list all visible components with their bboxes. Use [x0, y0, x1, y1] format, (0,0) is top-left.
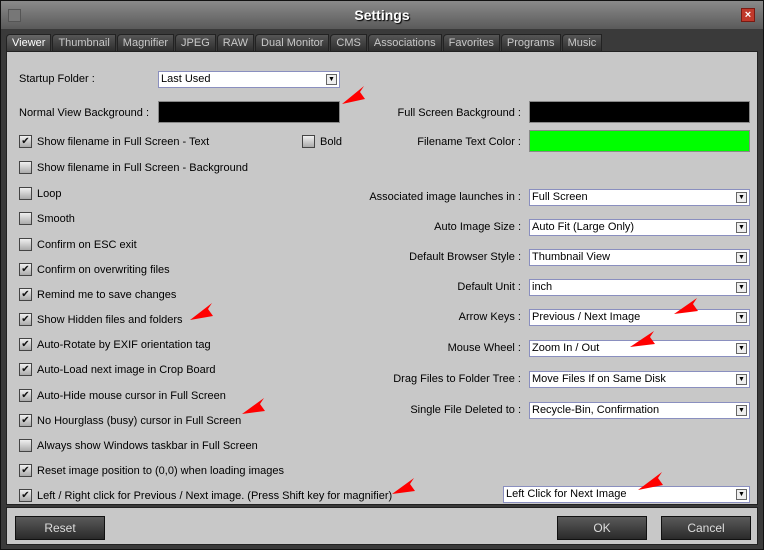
tab-viewer[interactable]: Viewer: [6, 34, 52, 52]
tab-jpeg[interactable]: JPEG: [175, 34, 216, 51]
red-arrow-icon: [638, 472, 663, 490]
red-arrow-icon: [630, 331, 655, 347]
red-arrow-icon: [674, 298, 698, 314]
settings-window: Settings × Viewer Thumbnail Magnifier JPEG R…: [0, 0, 764, 550]
reset-button[interactable]: Reset: [15, 516, 105, 540]
tab-dual-monitor[interactable]: Dual Monitor: [255, 34, 330, 51]
red-arrow-icon: [392, 478, 415, 494]
tab-programs[interactable]: Programs: [500, 34, 561, 51]
tab-bar: Viewer Thumbnail Magnifier JPEG RAW Dual Moni…: [6, 34, 603, 52]
tab-thumbnail[interactable]: Thumbnail: [52, 34, 116, 51]
tab-magnifier[interactable]: Magnifier: [116, 34, 175, 51]
cancel-button[interactable]: Cancel: [661, 516, 751, 540]
title-bar: Settings ×: [1, 1, 763, 29]
tab-raw[interactable]: RAW: [216, 34, 255, 51]
tab-cms[interactable]: CMS: [330, 34, 367, 51]
red-arrow-icon: [190, 303, 213, 320]
viewer-panel: Startup Folder : Last Used ▼ Normal View …: [6, 51, 758, 505]
tab-associations[interactable]: Associations: [367, 34, 442, 51]
ok-button[interactable]: OK: [557, 516, 647, 540]
red-arrow-icon: [242, 398, 265, 414]
annotation-arrows: [190, 86, 698, 494]
window-title: Settings: [354, 7, 410, 23]
button-bar: Reset OK Cancel: [6, 507, 758, 545]
close-icon[interactable]: ×: [741, 8, 755, 22]
red-arrow-icon: [342, 86, 365, 104]
tab-favorites[interactable]: Favorites: [442, 34, 500, 51]
tab-music[interactable]: Music: [561, 34, 603, 51]
